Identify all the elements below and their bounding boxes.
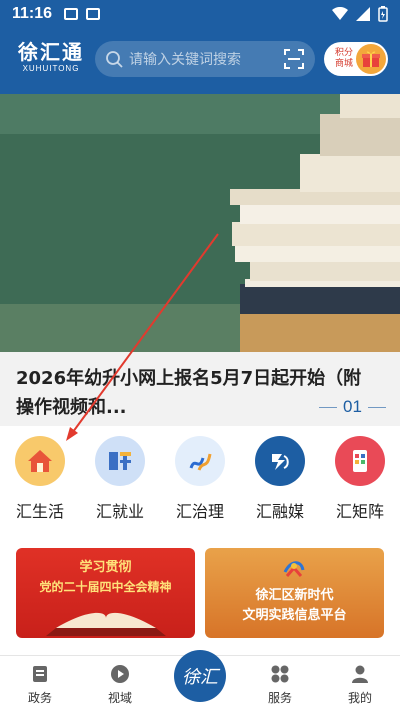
search-icon: [106, 51, 123, 68]
page-line-right: [367, 406, 386, 408]
search-input[interactable]: 请输入关键词搜索: [95, 41, 315, 77]
promo-civ-line1: 徐汇区新时代: [255, 588, 334, 603]
nav-item-media[interactable]: 汇融媒: [245, 436, 315, 526]
status-system-icons: [332, 6, 388, 22]
nav-item-matrix[interactable]: 汇矩阵: [325, 436, 395, 526]
tab-label-service: 服务: [267, 691, 292, 705]
page-line-left: [319, 406, 337, 408]
status-time: 11:16: [12, 5, 53, 22]
matrix-icon: [335, 436, 385, 486]
status-bar: 11:16: [0, 0, 400, 28]
tab-home[interactable]: 徐汇: [160, 650, 240, 711]
grid-icon: [271, 665, 289, 683]
nav-item-employment[interactable]: 汇就业: [85, 436, 155, 526]
logo-text: 徐汇通: [18, 40, 84, 64]
news-banner[interactable]: 2026年幼升小网上报名5月7日起开始（附操作视频和...: [0, 94, 400, 426]
tab-label-mine: 我的: [347, 691, 372, 705]
points-mall-label: 积分商城: [334, 48, 353, 69]
app-logo[interactable]: 徐汇通 XUHUITONG: [16, 40, 86, 73]
banner-image: [0, 94, 400, 352]
search-placeholder: 请输入关键词搜索: [129, 52, 241, 68]
scan-icon[interactable]: [283, 48, 305, 70]
tab-label-vision: 视域: [107, 691, 132, 705]
house-icon: [15, 436, 65, 486]
nav-label-employment: 汇就业: [95, 502, 144, 521]
nav-label-media: 汇融媒: [255, 502, 304, 521]
document-icon: [33, 666, 47, 682]
quick-nav: 汇生活 汇就业 汇治理 汇融媒 汇矩阵: [0, 426, 400, 536]
nav-item-governance[interactable]: 汇治理: [165, 436, 235, 526]
gift-icon: [356, 44, 386, 74]
media-icon: [255, 436, 305, 486]
promo-civ-line2: 文明实践信息平台: [242, 608, 347, 623]
nav-label-governance: 汇治理: [175, 502, 224, 521]
promo-study-line2: 党的二十届四中全会精神: [39, 580, 172, 594]
status-notification-icons: [64, 8, 101, 20]
recruit-icon: [95, 436, 145, 486]
home-logo-icon: 徐汇: [174, 650, 226, 702]
logo-subtitle: XUHUITONG: [22, 64, 80, 73]
promo-row: 学习贯彻 党的二十届四中全会精神 徐汇区新时代 文明实践信息平台: [0, 548, 400, 640]
tab-vision[interactable]: 视域: [80, 656, 160, 711]
app-screen: 11:16 徐汇通 XUHUITONG 请输入关键词搜索 积分商城 2026年幼…: [0, 0, 400, 711]
play-icon: [111, 665, 129, 683]
nav-label-life: 汇生活: [15, 502, 64, 521]
battery-icon: [378, 6, 388, 22]
governance-icon: [175, 436, 225, 486]
tab-mine[interactable]: 我的: [320, 656, 400, 711]
app-header: 徐汇通 XUHUITONG 请输入关键词搜索 积分商城: [0, 28, 400, 94]
image-notification-icon: [64, 8, 79, 20]
promo-study-line1: 学习贯彻: [79, 560, 132, 575]
tab-service[interactable]: 服务: [240, 656, 320, 711]
app-notification-icon: [86, 8, 101, 20]
points-mall-button[interactable]: 积分商城: [324, 42, 388, 76]
banner-page-indicator: 01: [313, 397, 392, 417]
tab-government[interactable]: 政务: [0, 656, 80, 711]
user-icon: [352, 665, 368, 683]
bottom-tab-bar: 政务 视域 徐汇 服务 我的: [0, 650, 400, 711]
promo-card-study[interactable]: 学习贯彻 党的二十届四中全会精神: [16, 548, 195, 638]
nav-item-life[interactable]: 汇生活: [5, 436, 75, 526]
signal-icon: [356, 7, 370, 21]
tab-label-government: 政务: [27, 691, 52, 705]
wifi-icon: [332, 7, 348, 20]
page-number: 01: [343, 397, 362, 416]
promo-card-civilization[interactable]: 徐汇区新时代 文明实践信息平台: [205, 548, 384, 638]
nav-label-matrix: 汇矩阵: [335, 502, 384, 521]
